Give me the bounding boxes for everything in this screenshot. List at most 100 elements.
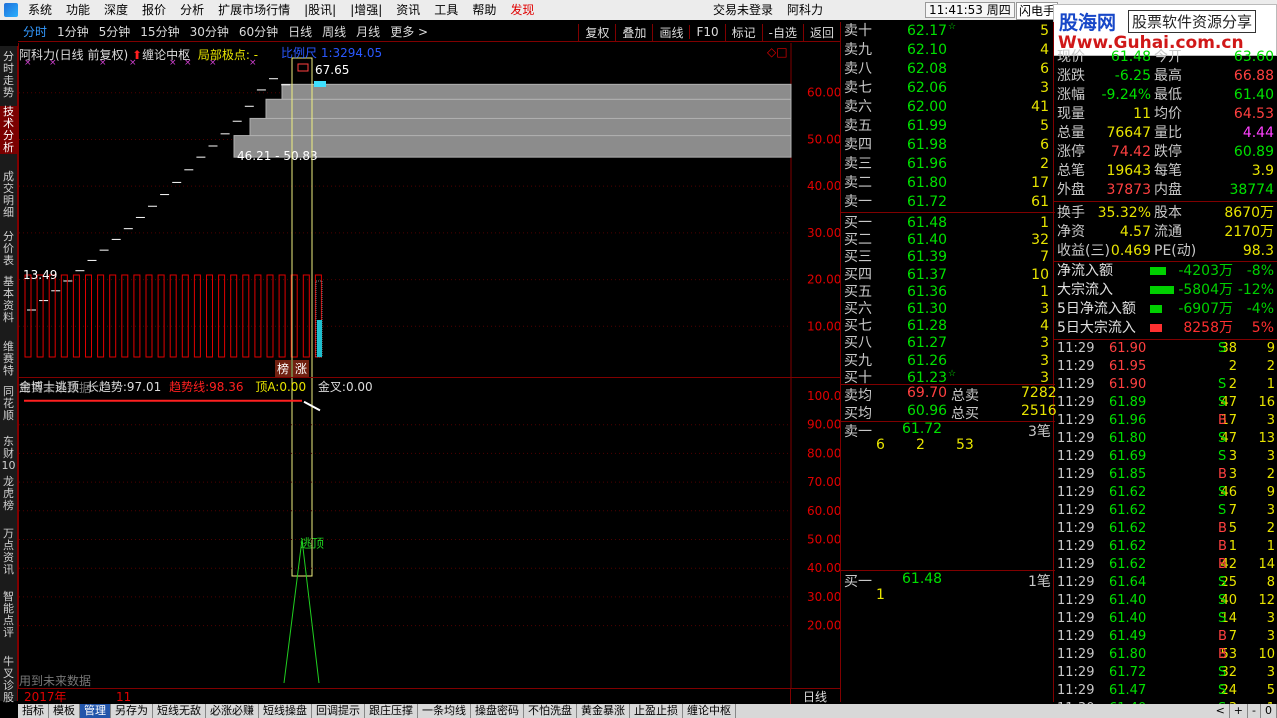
bottom-nav-2[interactable]: - [1248,704,1261,718]
left-tab-2[interactable]: 成交明细 [0,171,17,219]
left-tab-4[interactable]: 基本资料 [0,276,17,324]
sub-indicator-name[interactable]: 金博士逃顶 [19,380,79,394]
order-book-row[interactable]: 卖二 61.80 17 [841,174,1055,193]
menu-item-6[interactable]: |股讯| [297,0,343,20]
bottom-nav-3[interactable]: 0 [1261,704,1277,718]
order-book-row[interactable]: 卖七 62.06 3 [841,79,1055,98]
bottom-nav-0[interactable]: < [1212,704,1230,718]
menu-item-0[interactable]: 系统 [21,0,59,20]
window-controls[interactable]: ◇□ [767,45,788,59]
order-book-row[interactable]: 卖五 61.99 5 [841,117,1055,136]
flow-bar [1150,324,1162,332]
left-tab-5[interactable]: 维赛特 [0,341,17,377]
bottom-tab-2[interactable]: 管理 [80,704,111,718]
zhongshu-zone[interactable] [249,117,792,137]
period-tab-8[interactable]: 月线 [351,23,385,40]
bottom-tab-6[interactable]: 短线操盘 [259,704,312,718]
left-tab-6[interactable]: 同花顺 [0,386,17,422]
tick-count: 1 [1266,377,1275,392]
tool-button-6[interactable]: 返回 [802,23,840,41]
menu-item-2[interactable]: 深度 [97,0,135,20]
badge-list[interactable]: 榜 [275,360,292,377]
left-tab-7[interactable]: 东财10 [0,436,17,472]
order-book-row[interactable]: 买三 61.39 7 [841,248,1055,267]
menu-item-8[interactable]: 资讯 [389,0,427,20]
menu-item-1[interactable]: 功能 [59,0,97,20]
bottom-tab-4[interactable]: 短线无敌 [153,704,206,718]
left-tab-11[interactable]: 牛叉诊股 [0,656,17,704]
bottom-tab-8[interactable]: 跟庄压撑 [365,704,418,718]
diamond-icon[interactable]: ◇ [767,45,776,59]
main-indicator-name[interactable]: 缠论中枢 [142,48,190,62]
golden-cross-label: 金叉: [317,380,346,394]
menu-item-4[interactable]: 分析 [173,0,211,20]
chart-svg[interactable]: 60.0050.0040.0030.0020.0010.00× × × × × × × × 67… [19,43,841,688]
period-tab-7[interactable]: 周线 [317,23,351,40]
left-tab-1[interactable]: 技术分析 [0,106,17,154]
ob-volume: 7 [1040,249,1049,266]
bottom-tab-3[interactable]: 另存为 [111,704,153,718]
menu-item-5[interactable]: 扩展市场行情 [211,0,297,20]
order-book-row[interactable]: 买七 61.28 4 [841,317,1055,336]
flash-trade-button[interactable]: 闪电手 [1016,2,1059,20]
bottom-tab-bar: 指标 模板 管理 另存为 短线无敌 必涨必赚 短线操盘 回调提示 跟庄压撑 一条均线 操盘密码 不怕洗… [18,704,1277,718]
bottom-tab-5[interactable]: 必涨必赚 [206,704,259,718]
period-tab-0[interactable]: 分时 [18,23,52,40]
tool-button-5[interactable]: -自选 [761,23,803,41]
bottom-tab-9[interactable]: 一条均线 [418,704,471,718]
zhongshu-zone[interactable] [265,98,792,119]
period-label[interactable]: 日线 [790,689,840,704]
bottom-tab-1[interactable]: 模板 [49,704,80,718]
order-book-row[interactable]: 卖六 62.00 41 [841,98,1055,117]
restore-icon[interactable]: □ [776,45,787,59]
menu-item-3[interactable]: 报价 [135,0,173,20]
chart-area[interactable]: 60.00 50.00 40.00 30.00 20.00 10.00 × × × × × × × × 67… [18,43,841,688]
bottom-tab-10[interactable]: 操盘密码 [471,704,524,718]
left-tab-0[interactable]: 分时走势 [0,51,17,99]
left-tab-3[interactable]: 分价表 [0,231,17,267]
order-book-row[interactable]: 卖十 62.17 ☆ 5 [841,22,1055,41]
bottom-nav-1[interactable]: + [1230,704,1249,718]
menu-item-7[interactable]: |增强| [343,0,389,20]
period-tab-4[interactable]: 30分钟 [185,23,234,40]
order-book-row[interactable]: 卖一 61.72 61 [841,193,1055,212]
order-book-row[interactable]: 买二 61.40 32 [841,231,1055,250]
menu-item-9[interactable]: 工具 [427,0,465,20]
period-tab-2[interactable]: 5分钟 [94,23,136,40]
order-book-row[interactable]: 买四 61.37 10 [841,266,1055,285]
order-book-row[interactable]: 卖四 61.98 6 [841,136,1055,155]
bottom-tab-12[interactable]: 黄金暴涨 [577,704,630,718]
tool-button-4[interactable]: 标记 [724,23,762,41]
order-book-row[interactable]: 买八 61.27 3 [841,334,1055,353]
bottom-tab-7[interactable]: 回调提示 [312,704,365,718]
bottom-tab-0[interactable]: 指标 [18,704,49,718]
period-tab-3[interactable]: 15分钟 [135,23,184,40]
left-tab-10[interactable]: 智能点评 [0,591,17,639]
menu-discover[interactable]: 发现 [503,0,541,20]
tool-button-1[interactable]: 叠加 [615,23,652,41]
tool-button-3[interactable]: F10 [689,25,724,39]
bottom-tab-13[interactable]: 止盈止损 [630,704,683,718]
period-tab-9[interactable]: 更多 > [385,23,433,40]
left-tab-9[interactable]: 万点资讯 [0,528,17,576]
order-book-row[interactable]: 卖三 61.96 2 [841,155,1055,174]
watermark-brand: 股海网 [1059,12,1117,34]
left-tab-8[interactable]: 龙虎榜 [0,476,17,512]
tool-button-0[interactable]: 复权 [578,23,615,41]
order-book-row[interactable]: 买一 61.48 1 [841,214,1055,233]
bottom-tab-14[interactable]: 缠论中枢 [683,704,736,718]
period-tab-1[interactable]: 1分钟 [52,23,94,40]
login-status[interactable]: 交易未登录 [706,0,780,20]
bottom-tab-11[interactable]: 不怕洗盘 [524,704,577,718]
period-tab-6[interactable]: 日线 [283,23,317,40]
menu-item-10[interactable]: 帮助 [465,0,503,20]
tool-button-2[interactable]: 画线 [652,23,689,41]
order-book-row[interactable]: 买六 61.30 3 [841,300,1055,319]
period-tab-5[interactable]: 60分钟 [234,23,283,40]
zhongshu-zone[interactable] [281,83,792,100]
badge-limit-up[interactable]: 涨 [293,360,310,377]
ask1-order: 53 [956,437,974,453]
order-book-row[interactable]: 卖八 62.08 6 [841,60,1055,79]
order-book-row[interactable]: 卖九 62.10 4 [841,41,1055,60]
order-book-row[interactable]: 买五 61.36 1 [841,283,1055,302]
